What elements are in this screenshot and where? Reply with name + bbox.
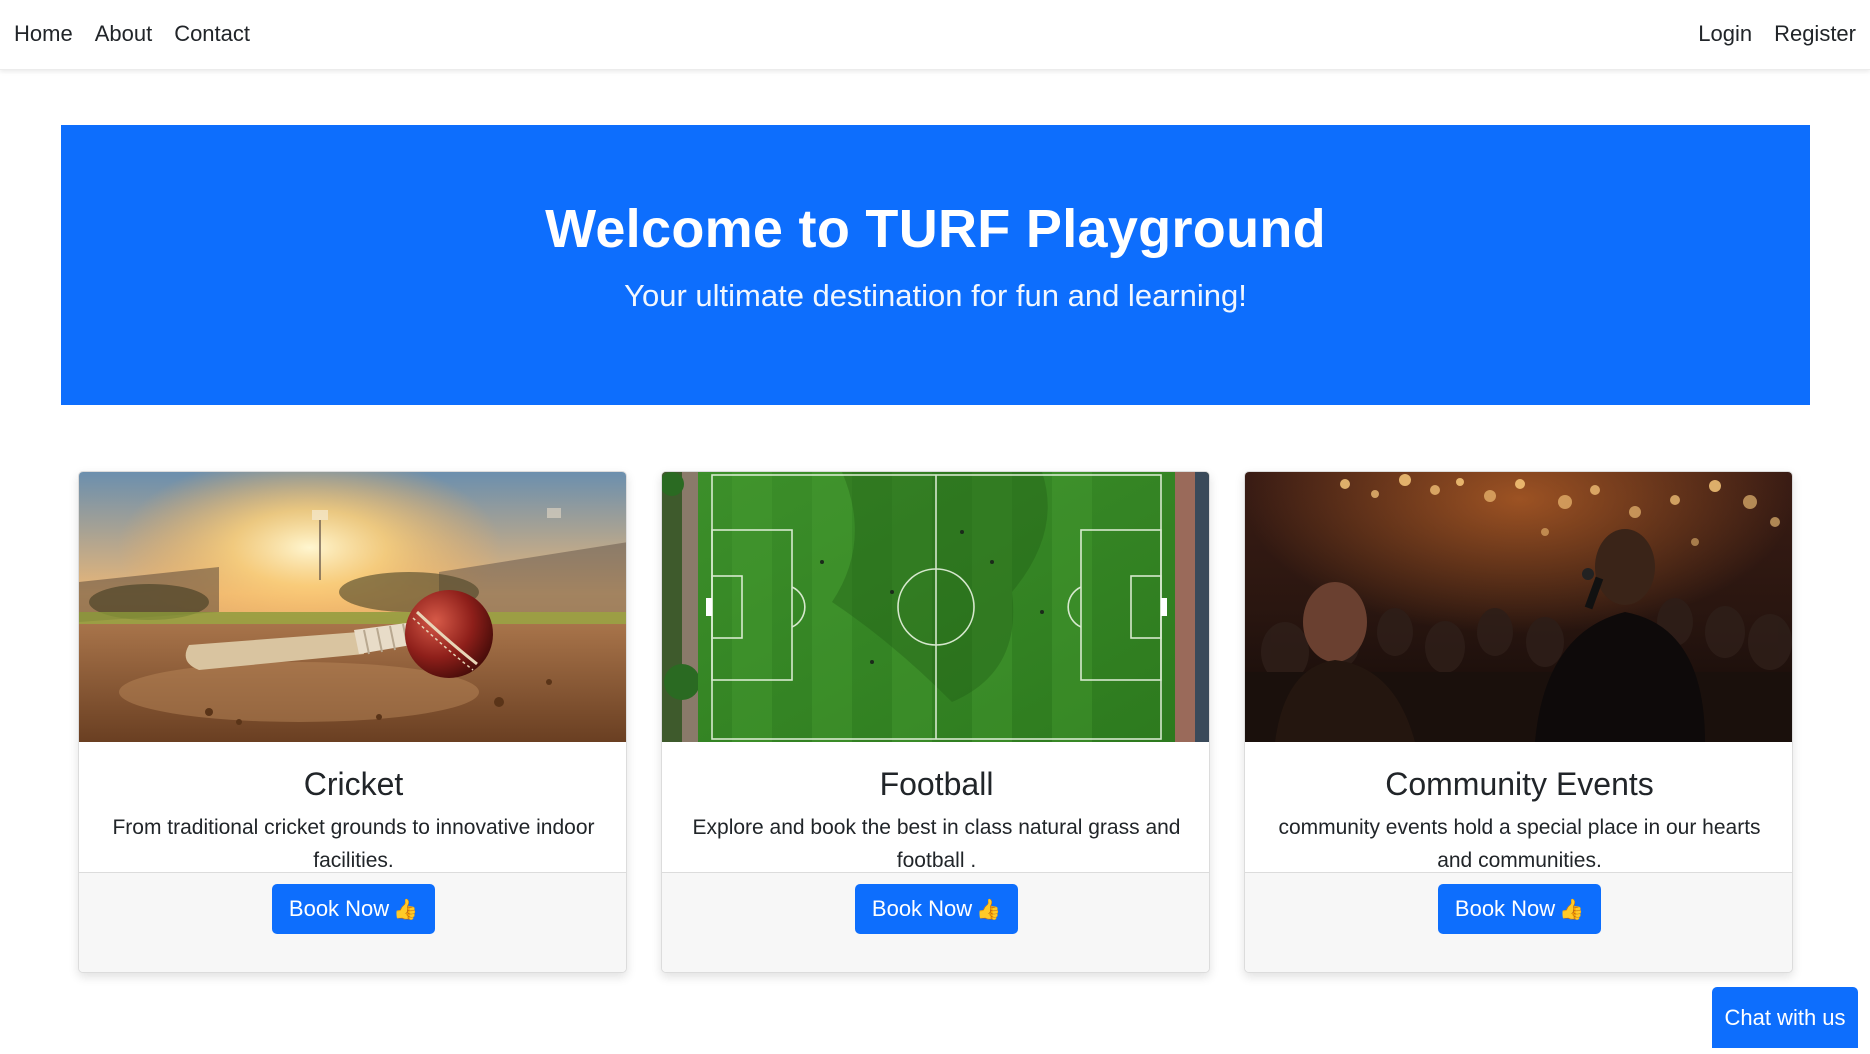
card-title: Football <box>879 766 994 802</box>
community-events-image <box>1245 472 1792 742</box>
hero-subtitle: Your ultimate destination for fun and le… <box>624 278 1247 313</box>
football-image <box>662 472 1209 742</box>
nav-right-group: Login Register <box>1676 0 1856 68</box>
card-footer: Book Now 👍 <box>662 872 1209 972</box>
book-now-label: Book Now <box>1454 896 1556 921</box>
hero-banner: Welcome to TURF Playground Your ultimate… <box>61 125 1810 405</box>
card-title: Community Events <box>1385 766 1654 802</box>
book-now-label: Book Now <box>871 896 973 921</box>
nav-link-contact[interactable]: Contact <box>174 21 250 47</box>
card-footer: Book Now 👍 <box>1245 872 1792 972</box>
nav-left-group: Home About Contact <box>14 0 272 68</box>
card-body: Cricket From traditional cricket grounds… <box>79 742 626 872</box>
card-body: Football Explore and book the best in cl… <box>662 742 1209 872</box>
thumbs-up-icon: 👍 <box>1559 898 1585 921</box>
card-body: Community Events community events hold a… <box>1245 742 1792 872</box>
card-cricket: Cricket From traditional cricket grounds… <box>78 471 627 973</box>
card-footer: Book Now 👍 <box>79 872 626 972</box>
card-football: Football Explore and book the best in cl… <box>661 471 1210 973</box>
nav-link-home[interactable]: Home <box>14 21 73 47</box>
card-community-events: Community Events community events hold a… <box>1244 471 1793 973</box>
nav-link-about[interactable]: About <box>95 21 153 47</box>
thumbs-up-icon: 👍 <box>976 898 1002 921</box>
card-text: Explore and book the best in class natur… <box>692 816 1181 872</box>
book-now-button-cricket[interactable]: Book Now 👍 <box>272 884 435 934</box>
book-now-button-football[interactable]: Book Now 👍 <box>855 884 1018 934</box>
card-text: From traditional cricket grounds to inno… <box>112 816 595 872</box>
nav-link-login[interactable]: Login <box>1698 21 1752 47</box>
book-now-button-community-events[interactable]: Book Now 👍 <box>1438 884 1601 934</box>
card-text: community events hold a special place in… <box>1278 816 1761 872</box>
top-navbar: Home About Contact Login Register <box>0 0 1870 70</box>
card-title: Cricket <box>303 766 404 802</box>
nav-link-register[interactable]: Register <box>1774 21 1856 47</box>
hero-title: Welcome to TURF Playground <box>545 199 1326 259</box>
chat-with-us-button[interactable]: Chat with us <box>1712 987 1858 1048</box>
thumbs-up-icon: 👍 <box>393 898 419 921</box>
book-now-label: Book Now <box>288 896 390 921</box>
cricket-image <box>79 472 626 742</box>
